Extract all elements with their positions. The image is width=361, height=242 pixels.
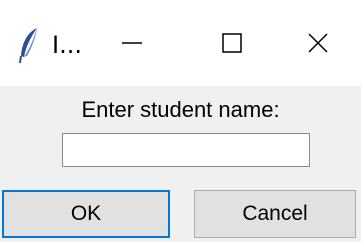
title-bar[interactable]: I... (0, 0, 361, 86)
student-name-input[interactable] (62, 133, 310, 167)
minimize-icon (120, 31, 144, 59)
maximize-icon (220, 31, 244, 59)
cancel-button[interactable]: Cancel (194, 190, 356, 238)
close-button[interactable] (282, 18, 354, 72)
ok-button[interactable]: OK (2, 190, 170, 238)
prompt-label: Enter student name: (81, 97, 280, 122)
feather-icon (18, 26, 40, 64)
window-title: I... (52, 31, 82, 59)
close-icon (306, 31, 330, 59)
minimize-button[interactable] (96, 18, 168, 72)
dialog-body: Enter student name: OK Cancel (0, 86, 361, 242)
maximize-button[interactable] (196, 18, 268, 72)
dialog-window: I... Enter student name: OK Cancel (0, 0, 361, 242)
